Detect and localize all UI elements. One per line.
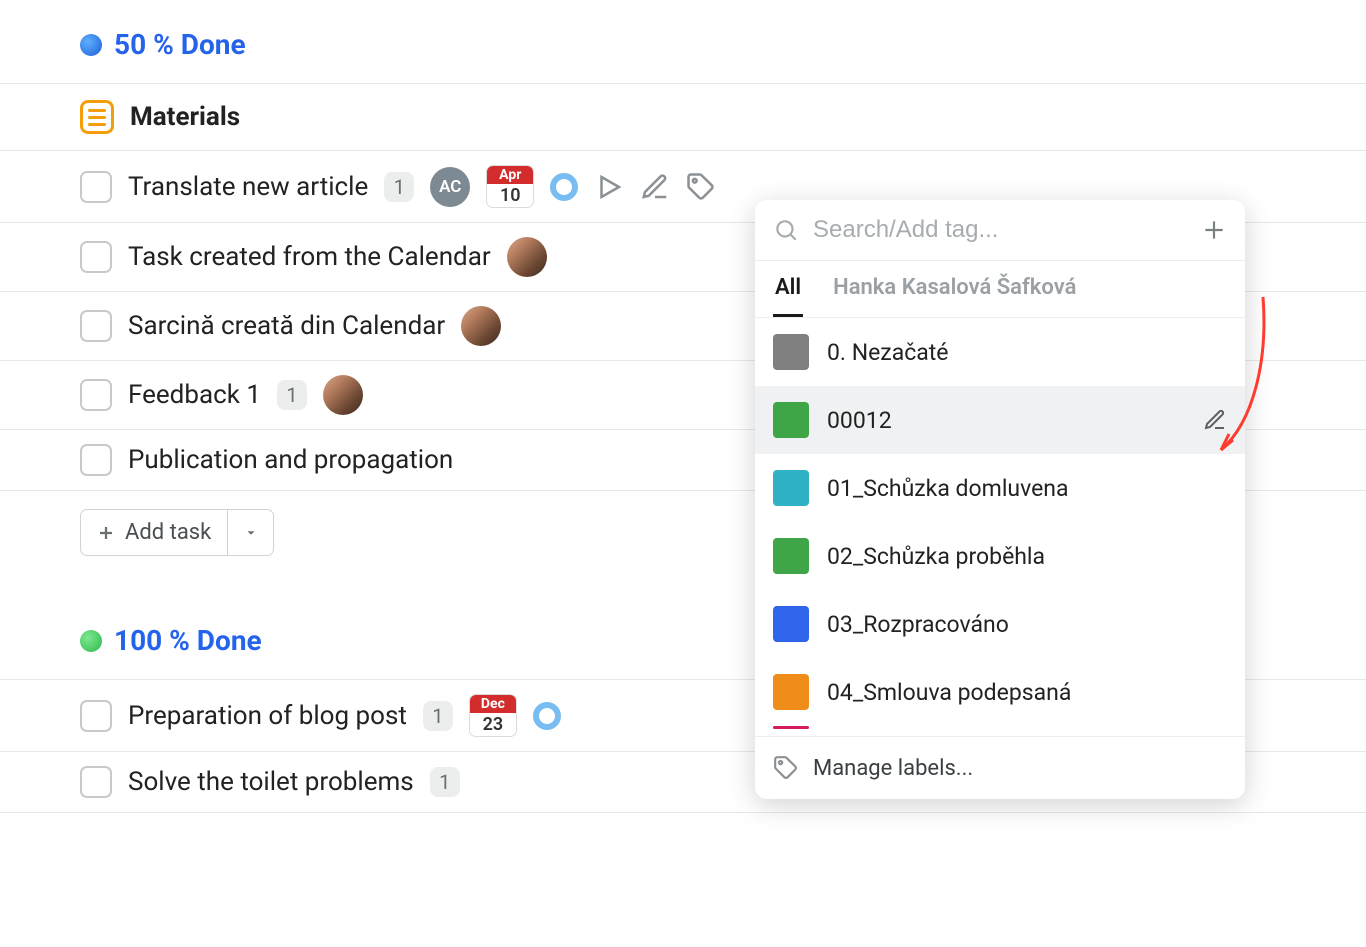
- count-badge: 1: [277, 380, 307, 410]
- status-dot-icon: [80, 630, 102, 652]
- add-task-button[interactable]: Add task: [80, 509, 228, 556]
- tag-item[interactable]: 0. Nezačaté: [755, 318, 1245, 386]
- list-doc-icon: [80, 100, 114, 134]
- tag-list: 0. Nezačaté 00012 01_Schůzka domluvena 0…: [755, 318, 1245, 736]
- section-title: 50 % Done: [114, 28, 246, 61]
- tag-swatch: [773, 402, 809, 438]
- task-title: Publication and propagation: [128, 445, 453, 475]
- avatar[interactable]: [507, 237, 547, 277]
- plus-icon: [97, 524, 115, 542]
- task-title: Solve the toilet problems: [128, 767, 414, 797]
- tag-item[interactable]: 01_Schůzka domluvena: [755, 454, 1245, 522]
- task-checkbox[interactable]: [80, 766, 112, 798]
- section-header-50[interactable]: 50 % Done: [0, 10, 1366, 83]
- tag-name: 0. Nezačaté: [827, 339, 1227, 366]
- tag-item[interactable]: 03_Rozpracováno: [755, 590, 1245, 658]
- tag-name: 01_Schůzka domluvena: [827, 475, 1227, 502]
- count-badge: 1: [423, 701, 453, 731]
- task-checkbox[interactable]: [80, 700, 112, 732]
- task-checkbox[interactable]: [80, 444, 112, 476]
- task-checkbox[interactable]: [80, 241, 112, 273]
- count-badge: 1: [384, 172, 414, 202]
- tag-name: 04_Smlouva podepsaná: [827, 679, 1227, 706]
- task-title: Sarcină creată din Calendar: [128, 311, 445, 341]
- tag-swatch: [773, 538, 809, 574]
- tag-tab-user[interactable]: Hanka Kasalová Šafková: [831, 261, 1078, 317]
- add-task-dropdown[interactable]: [228, 509, 274, 556]
- tag-popover: All Hanka Kasalová Šafková 0. Nezačaté 0…: [755, 200, 1245, 799]
- tag-icon: [773, 755, 799, 781]
- manage-labels-label: Manage labels...: [813, 756, 973, 781]
- task-checkbox[interactable]: [80, 171, 112, 203]
- task-title: Preparation of blog post: [128, 701, 407, 731]
- materials-title: Materials: [130, 102, 240, 132]
- play-icon[interactable]: [594, 172, 624, 202]
- search-icon: [773, 217, 799, 243]
- avatar[interactable]: [323, 375, 363, 415]
- due-date-badge[interactable]: Dec 23: [469, 694, 517, 737]
- due-month: Apr: [487, 166, 533, 184]
- task-title: Translate new article: [128, 172, 368, 202]
- add-tag-icon[interactable]: [1201, 217, 1227, 243]
- manage-labels-button[interactable]: Manage labels...: [755, 736, 1245, 799]
- tag-swatch: [773, 674, 809, 710]
- tag-swatch: [773, 334, 809, 370]
- count-badge: 1: [430, 767, 460, 797]
- tag-icon[interactable]: [686, 172, 716, 202]
- tag-item[interactable]: 00012: [755, 386, 1245, 454]
- tag-tabs: All Hanka Kasalová Šafková: [755, 261, 1245, 318]
- task-checkbox[interactable]: [80, 379, 112, 411]
- tag-swatch: [773, 470, 809, 506]
- status-ring-icon[interactable]: [533, 702, 561, 730]
- avatar[interactable]: AC: [430, 167, 470, 207]
- section-title: 100 % Done: [114, 624, 262, 657]
- materials-row[interactable]: Materials: [0, 83, 1366, 150]
- add-task-label: Add task: [125, 520, 211, 545]
- tag-name: 03_Rozpracováno: [827, 611, 1227, 638]
- tag-item-peek: [755, 726, 1245, 736]
- pencil-icon[interactable]: [1203, 408, 1227, 432]
- tag-search-input[interactable]: [813, 216, 1187, 244]
- tag-tab-all[interactable]: All: [773, 261, 803, 317]
- due-day: 23: [477, 713, 510, 736]
- tag-swatch: [773, 606, 809, 642]
- task-title: Task created from the Calendar: [128, 242, 491, 272]
- tag-item[interactable]: 04_Smlouva podepsaná: [755, 658, 1245, 726]
- tag-name: 00012: [827, 407, 1185, 434]
- task-title: Feedback 1: [128, 380, 261, 410]
- status-ring-icon[interactable]: [550, 173, 578, 201]
- pencil-icon[interactable]: [640, 172, 670, 202]
- due-month: Dec: [470, 695, 516, 713]
- tag-search-row: [755, 200, 1245, 261]
- task-checkbox[interactable]: [80, 310, 112, 342]
- caret-down-icon: [244, 526, 258, 540]
- due-date-badge[interactable]: Apr 10: [486, 165, 534, 208]
- status-dot-icon: [80, 34, 102, 56]
- due-day: 10: [494, 184, 527, 207]
- tag-item[interactable]: 02_Schůzka proběhla: [755, 522, 1245, 590]
- tag-name: 02_Schůzka proběhla: [827, 543, 1227, 570]
- avatar[interactable]: [461, 306, 501, 346]
